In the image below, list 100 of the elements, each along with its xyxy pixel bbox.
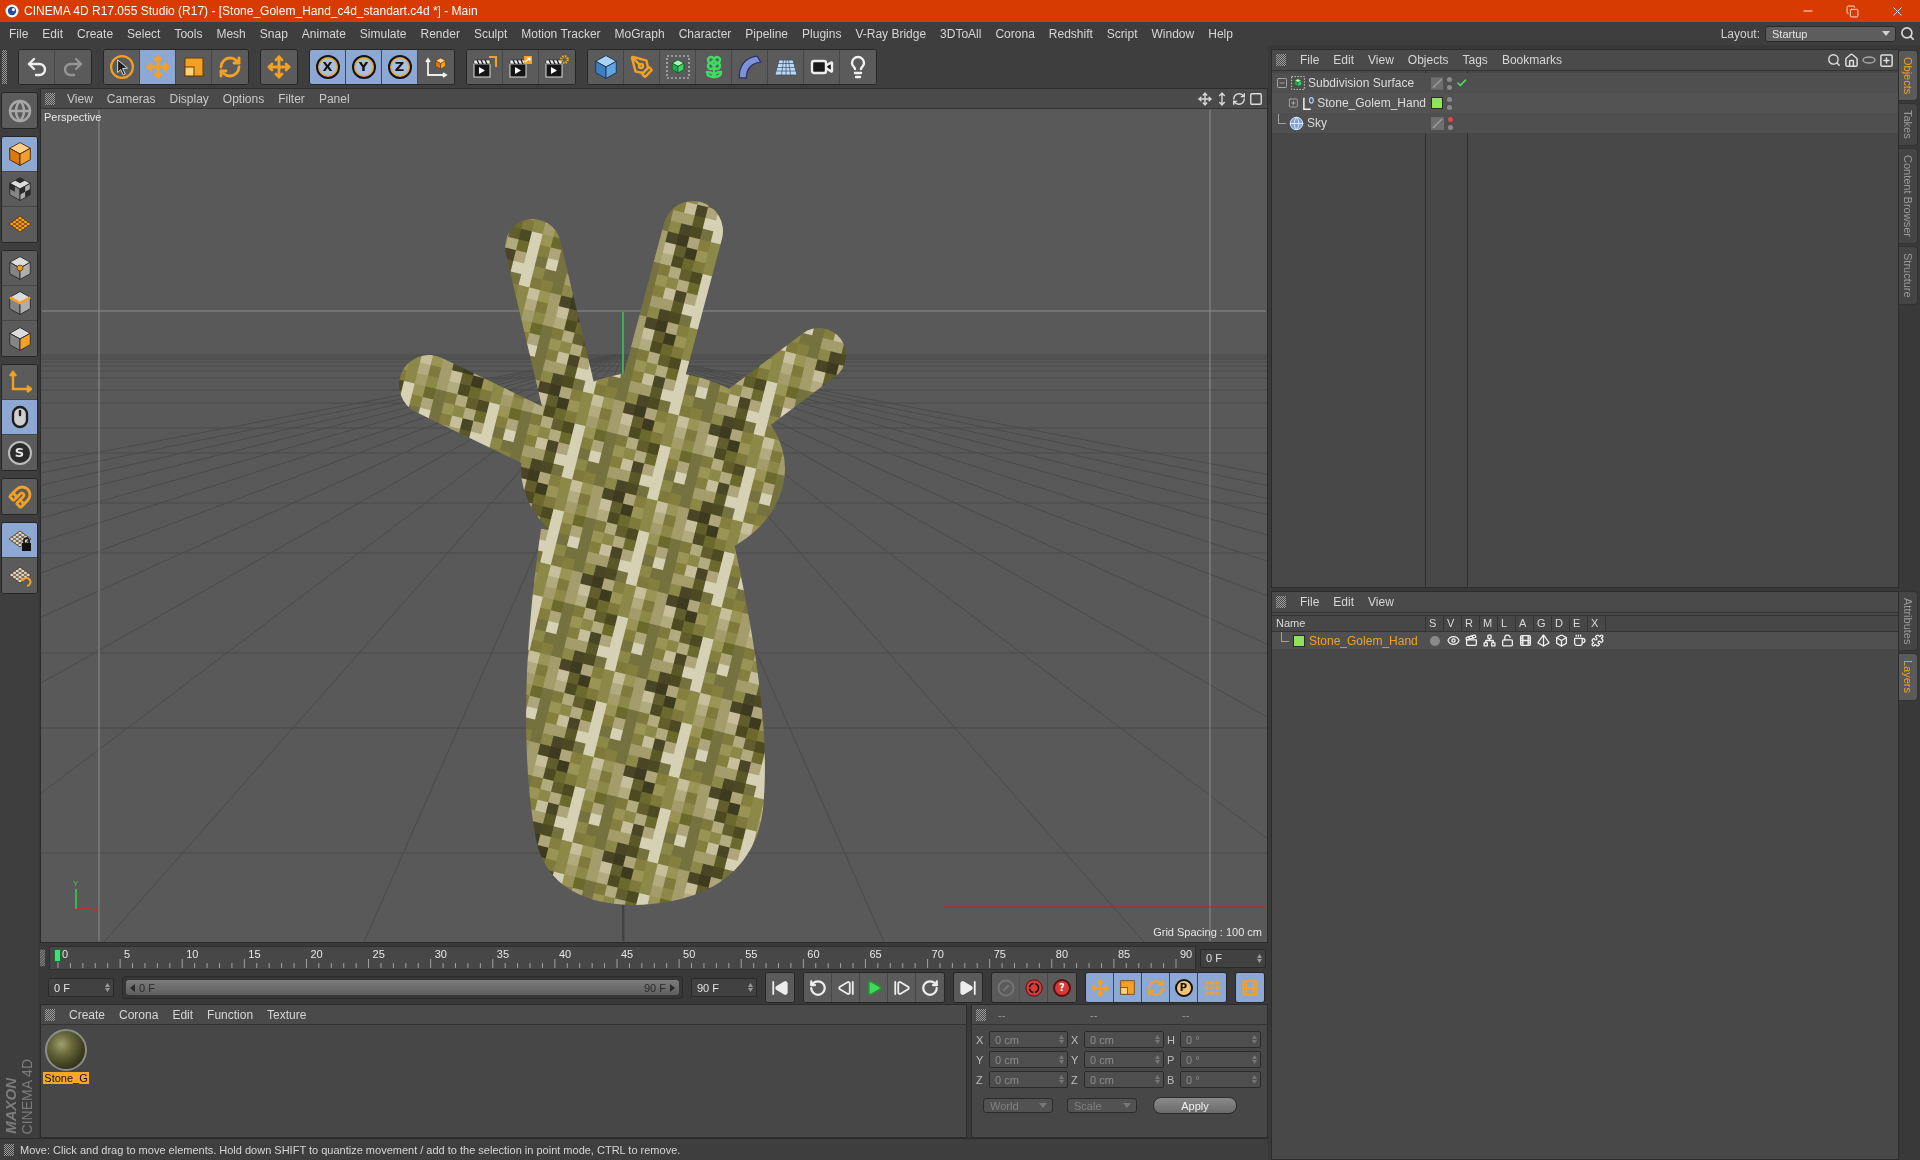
menu-item[interactable]: Tools [167,25,210,42]
cup-icon[interactable] [1572,634,1586,647]
rotate-key-button[interactable] [1142,973,1170,1002]
scale-key-button[interactable] [1114,973,1142,1002]
tweak-mode-button[interactable] [2,400,37,435]
render-view-button[interactable] [467,49,503,84]
menu-item[interactable]: Texture [260,1006,314,1023]
side-tab[interactable]: Objects [1899,50,1918,102]
visibility-dot[interactable] [1447,76,1453,82]
menu-item[interactable]: View [1361,594,1401,610]
menu-item[interactable]: Simulate [352,25,414,42]
live-selection-button[interactable] [104,49,140,84]
visibility-dot[interactable] [1447,84,1453,90]
menu-item[interactable]: Create [70,25,121,42]
rotate-icon[interactable] [1232,91,1246,106]
visibility-dot[interactable] [1447,104,1452,110]
parameter-key-button[interactable]: P [1170,973,1198,1002]
clapperboard-icon[interactable] [1464,634,1478,647]
menu-item[interactable]: Help [1201,25,1240,42]
menu-item[interactable]: V-Ray Bridge [848,25,934,42]
plus-square-icon[interactable] [1879,52,1894,68]
object-name[interactable]: Sky [1307,116,1327,130]
menu-item[interactable]: Motion Tracker [514,25,608,42]
collapse-icon[interactable] [1276,77,1288,89]
model-mode-button[interactable] [2,137,37,172]
menu-item[interactable]: Character [671,25,739,42]
menu-item[interactable]: Create [62,1006,113,1023]
side-tab[interactable]: Attributes [1899,591,1918,652]
eye-icon[interactable] [1446,634,1460,647]
menu-item[interactable]: Mesh [209,25,253,42]
axis-lock-button[interactable]: X [310,49,346,84]
expand-icon[interactable] [1288,97,1299,109]
cube-icon[interactable] [1554,634,1568,647]
square-icon[interactable] [1249,91,1263,106]
previous-key-button[interactable] [804,973,832,1002]
menu-item[interactable]: Options [215,90,272,107]
cube-button[interactable] [588,49,624,84]
object-name[interactable]: Subdivision Surface [1308,76,1415,90]
menu-item[interactable]: Corona [988,25,1042,42]
check-icon[interactable] [1456,77,1468,89]
side-tab[interactable]: Layers [1899,653,1918,701]
menu-item[interactable]: Animate [294,25,353,42]
pyramid-icon[interactable] [1536,634,1550,647]
menu-item[interactable]: MoGraph [607,25,672,42]
menu-item[interactable]: Script [1099,25,1145,42]
layout-dropdown[interactable]: Startup [1765,25,1896,42]
side-tab[interactable]: Takes [1899,103,1918,147]
frame-field[interactable]: 0 F [1200,948,1266,968]
transform-tool-button[interactable] [261,49,297,84]
axis-lock-button[interactable]: Y [346,49,382,84]
menu-item[interactable]: Edit [35,25,71,42]
make-editable-button[interactable] [2,93,37,128]
menu-item[interactable]: Cameras [99,90,163,107]
object-name[interactable]: Stone_Golem_Hand [1317,96,1426,110]
menu-item[interactable]: Display [162,90,216,107]
menu-item[interactable]: View [60,90,100,107]
layer-name[interactable]: Stone_Golem_Hand [1309,633,1418,648]
move-tool-button[interactable] [140,49,176,84]
visibility-dot[interactable] [1448,124,1453,130]
menu-item[interactable]: File [2,25,36,42]
puzzle-icon[interactable] [1590,634,1604,647]
menu-item[interactable]: Snap [252,25,295,42]
apply-button[interactable]: Apply [1153,1097,1237,1114]
menu-item[interactable]: File [1293,594,1327,610]
film-strip-icon[interactable] [1518,634,1532,647]
open-lock-icon[interactable] [1500,634,1514,647]
go-to-end-button[interactable] [954,973,982,1002]
menu-item[interactable]: Render [413,25,467,42]
material-preview[interactable] [45,1029,87,1071]
search-icon[interactable] [1900,26,1915,41]
move-icon[interactable] [1198,91,1212,106]
menu-item[interactable]: Window [1144,25,1202,42]
side-tab[interactable]: Content Browser [1899,148,1918,244]
snap-button[interactable] [2,479,37,514]
menu-item[interactable]: Tags [1455,52,1495,68]
tree-icon[interactable] [1482,634,1496,647]
menu-item[interactable]: 3DToAll [933,25,989,42]
dot-icon[interactable] [1430,635,1440,646]
menu-item[interactable]: Objects [1400,52,1456,68]
menu-item[interactable]: Redshift [1041,25,1100,42]
menu-item[interactable]: Bookmarks [1494,52,1569,68]
menu-item[interactable]: Select [120,25,168,42]
home-icon[interactable] [1844,52,1859,68]
visibility-dot[interactable] [1447,96,1452,102]
frame-field[interactable]: 0 F [48,978,114,997]
frame-field[interactable]: 90 F [691,978,757,997]
menu-item[interactable]: View [1361,52,1401,68]
menu-item[interactable]: Plugins [795,25,849,42]
move-key-button[interactable] [1086,973,1114,1002]
side-tab[interactable]: Structure [1899,246,1918,305]
menu-item[interactable]: Function [200,1006,261,1023]
points-mode-button[interactable] [2,251,37,286]
workplane-lock-button[interactable] [2,523,37,558]
menu-item[interactable]: Pipeline [738,25,796,42]
menu-item[interactable]: Edit [1326,594,1362,610]
search-icon[interactable] [1827,53,1841,67]
menu-item[interactable]: Edit [1326,52,1362,68]
menu-item[interactable]: File [1293,52,1327,68]
menu-item[interactable]: Edit [165,1006,201,1023]
visibility-dot[interactable] [1448,116,1453,122]
